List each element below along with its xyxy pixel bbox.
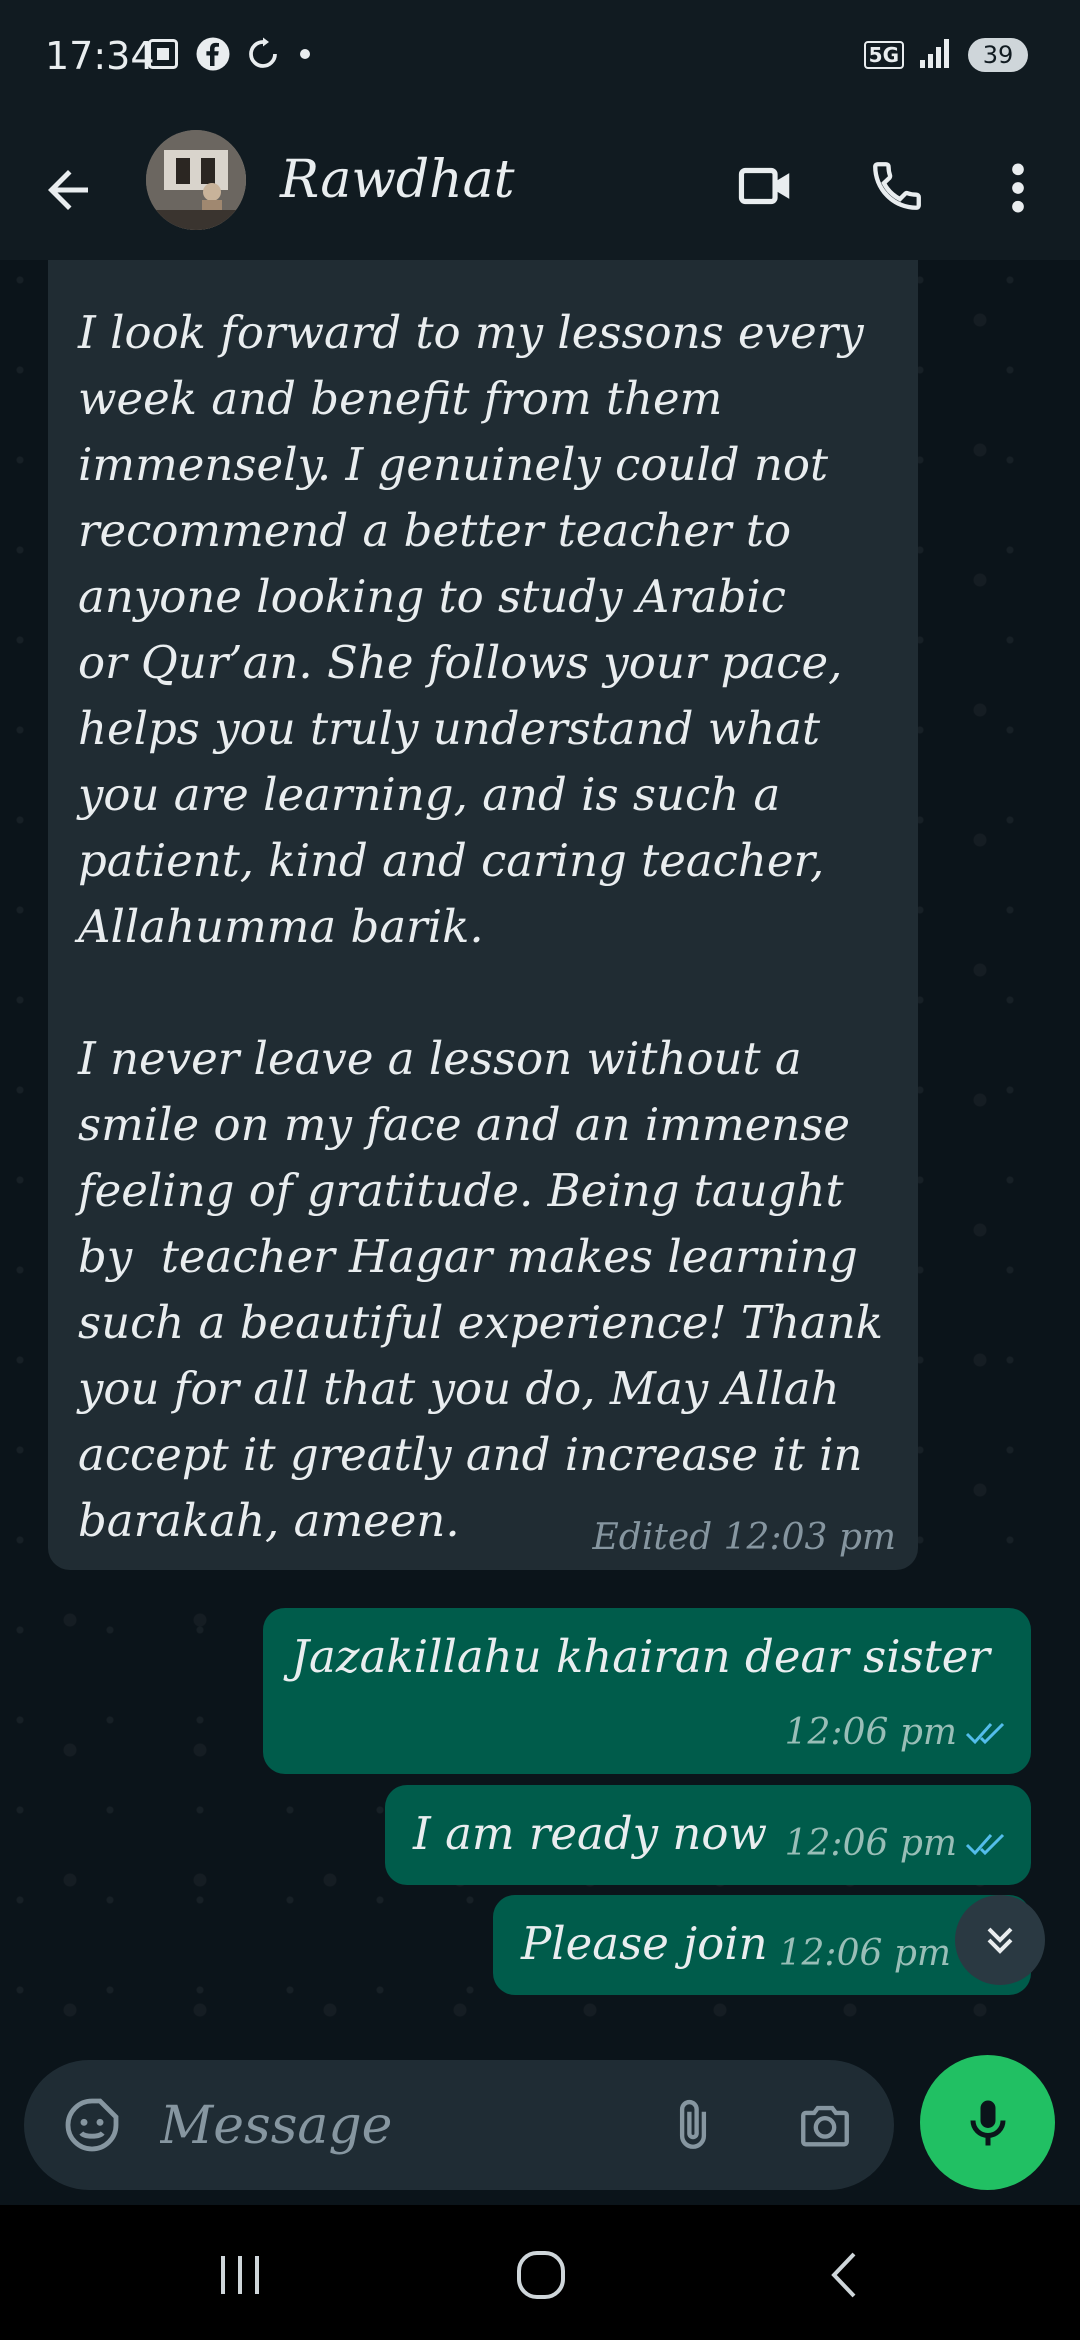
video-call-button[interactable] [735,155,797,221]
outgoing-message-text: I am ready now [413,1807,767,1860]
network-type: 5G [863,41,904,69]
scroll-to-bottom-button[interactable] [955,1895,1045,1985]
status-time: 17:34 [45,34,155,78]
battery-indicator: 39 [968,38,1028,72]
attach-button[interactable] [664,2096,722,2158]
outgoing-message-bubble[interactable]: Please join 12:06 pm [493,1895,1031,1995]
arrow-left-icon [48,170,88,210]
chevron-left-icon [831,2252,856,2298]
message-time: 12:06 pm [778,1933,951,1974]
signal-icon [918,36,954,74]
outgoing-message-text: Jazakillahu khairan dear sister [291,1630,990,1683]
outgoing-message-meta: 12:06 pm [785,1823,1011,1864]
voice-message-button[interactable] [920,2055,1055,2190]
recent-apps-button[interactable] [215,2250,265,2304]
contact-name[interactable]: Rawdhat [280,150,515,210]
message-input[interactable] [158,2090,682,2162]
back-button[interactable] [38,160,98,220]
camera-icon [801,2105,849,2147]
outgoing-message-meta: 12:06 pm [785,1712,1011,1753]
nav-back-button[interactable] [820,2250,870,2304]
more-options-button[interactable] [1000,160,1036,220]
outgoing-message-bubble[interactable]: Jazakillahu khairan dear sister 12:06 pm [263,1608,1031,1774]
system-navigation-bar [0,2205,1080,2340]
dot-icon [295,44,315,68]
voice-call-button[interactable] [868,157,926,219]
home-icon [517,2251,565,2299]
double-check-icon [965,1833,1005,1855]
system-icons: 5G 39 [863,36,1028,74]
phone-icon [873,162,921,210]
sync-icon [245,36,281,76]
more-vertical-icon [1012,163,1024,213]
microphone-icon [970,2100,1005,2145]
chat-area[interactable]: I look forward to my lessons every week … [0,260,1080,2060]
sticker-emoji-icon [65,2098,119,2152]
outgoing-message-text: Please join [521,1917,768,1970]
video-camera-icon [738,167,790,205]
message-time: 12:06 pm [784,1823,957,1864]
paperclip-icon [679,2099,707,2149]
double-check-icon [965,1722,1005,1744]
contact-avatar[interactable] [146,130,246,230]
recent-apps-icon [221,2256,259,2294]
status-bar: 17:34 5G 39 [0,0,1080,115]
message-time: 12:06 pm [784,1712,957,1753]
incoming-message-bubble[interactable]: I look forward to my lessons every week … [48,260,918,1570]
incoming-message-text: I look forward to my lessons every week … [78,306,884,1547]
message-composer [24,2060,894,2190]
emoji-button[interactable] [60,2093,124,2161]
screenshot-icon [145,36,181,76]
home-button[interactable] [513,2247,569,2307]
outgoing-message-bubble[interactable]: I am ready now 12:06 pm [385,1785,1031,1885]
outgoing-message-meta: 12:06 pm [779,1933,951,1974]
avatar-photo-icon [146,130,246,230]
facebook-icon [195,36,231,76]
camera-button[interactable] [794,2096,856,2158]
incoming-message-meta: Edited 12:03 pm [592,1517,896,1558]
double-chevron-down-icon [987,1927,1013,1954]
notification-icons [145,36,315,76]
